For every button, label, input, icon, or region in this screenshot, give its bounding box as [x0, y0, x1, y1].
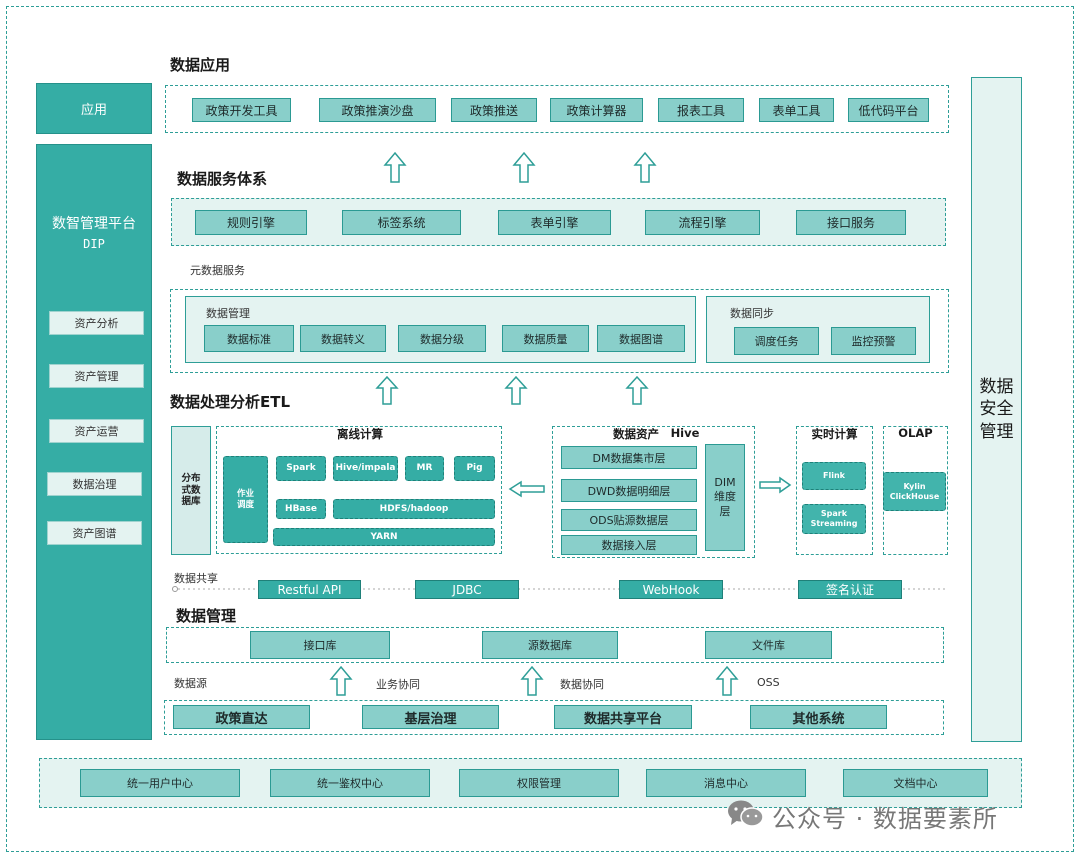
side-item-asset-analysis[interactable]: 资产分析	[49, 311, 144, 335]
mgmt-item-source-db[interactable]: 源数据库	[482, 631, 618, 659]
hbase-chip[interactable]: HBase	[276, 499, 326, 519]
layer-dwd[interactable]: DWD数据明细层	[561, 479, 697, 502]
bottom-item-auth-center[interactable]: 统一鉴权中心	[270, 769, 430, 797]
left-arrow-icon	[508, 480, 545, 498]
side-item-asset-graph[interactable]: 资产图谱	[47, 521, 142, 545]
up-arrow-icon	[504, 375, 528, 405]
source-label-business: 业务协同	[376, 678, 420, 691]
source-item-policy-direct[interactable]: 政策直达	[173, 705, 310, 729]
app-item-report-tool[interactable]: 报表工具	[658, 98, 744, 122]
data-service-title: 数据服务体系	[177, 170, 268, 188]
source-label-oss: OSS	[757, 676, 780, 689]
source-item-other-systems[interactable]: 其他系统	[750, 705, 887, 729]
right-arrow-icon	[759, 476, 792, 494]
realtime-compute-title: 实时计算	[811, 427, 858, 441]
offline-compute-title: 离线计算	[337, 427, 383, 441]
data-security-panel[interactable]: 数据安全管理	[971, 77, 1022, 742]
app-item-policy-push[interactable]: 政策推送	[451, 98, 537, 122]
layer-dim-label: DIM维度层	[714, 476, 736, 518]
data-app-title: 数据应用	[170, 56, 231, 74]
share-item-signature-auth[interactable]: 签名认证	[798, 580, 902, 599]
hive-impala-chip[interactable]: Hive/impala	[333, 456, 398, 481]
side-item-asset-management[interactable]: 资产管理	[49, 364, 144, 388]
flink-chip[interactable]: Flink	[802, 462, 866, 490]
share-item-webhook[interactable]: WebHook	[619, 580, 723, 599]
sync-item-schedule-task[interactable]: 调度任务	[734, 327, 819, 355]
meta-item-data-graph[interactable]: 数据图谱	[597, 325, 685, 352]
source-label-data: 数据协同	[560, 678, 604, 691]
share-item-restful-api[interactable]: Restful API	[258, 580, 361, 599]
data-assets-hive: Hive	[670, 426, 700, 440]
meta-item-data-quality[interactable]: 数据质量	[502, 325, 589, 352]
service-item-rule-engine[interactable]: 规则引擎	[195, 210, 307, 235]
source-item-grassroots[interactable]: 基层治理	[362, 705, 499, 729]
wechat-icon	[728, 800, 764, 827]
kylin-clickhouse-chip[interactable]: Kylin ClickHouse	[883, 472, 946, 511]
olap-title: OLAP	[898, 426, 933, 440]
layer-dim[interactable]: DIM维度层	[705, 444, 745, 551]
yarn-chip[interactable]: YARN	[273, 528, 495, 546]
platform-title: 数智管理平台	[52, 216, 136, 232]
service-item-flow-engine[interactable]: 流程引擎	[645, 210, 760, 235]
data-security-label: 数据安全管理	[979, 377, 1014, 442]
platform-sub: DIP	[83, 237, 105, 251]
side-item-data-governance[interactable]: 数据治理	[47, 472, 142, 496]
up-arrow-icon	[633, 151, 657, 183]
data-mgmt-title: 数据管理	[176, 607, 237, 625]
data-assets-title: 数据资产	[613, 427, 659, 441]
bottom-item-permission[interactable]: 权限管理	[459, 769, 619, 797]
app-label-box[interactable]: 应用	[36, 83, 152, 134]
app-item-policy-dev-tool[interactable]: 政策开发工具	[192, 98, 291, 122]
app-item-lowcode[interactable]: 低代码平台	[848, 98, 929, 122]
pig-chip[interactable]: Pig	[454, 456, 495, 481]
layer-ods[interactable]: ODS贴源数据层	[561, 509, 697, 531]
service-item-api-service[interactable]: 接口服务	[796, 210, 906, 235]
app-item-form-tool[interactable]: 表单工具	[759, 98, 834, 122]
up-arrow-icon	[512, 151, 536, 183]
watermark-text: 公众号 · 数据要素所	[772, 805, 998, 833]
spark-chip[interactable]: Spark	[276, 456, 326, 481]
bottom-item-user-center[interactable]: 统一用户中心	[80, 769, 240, 797]
bottom-item-doc-center[interactable]: 文档中心	[843, 769, 988, 797]
meta-item-data-escape[interactable]: 数据转义	[300, 325, 386, 352]
layer-dm[interactable]: DM数据集市层	[561, 446, 697, 469]
source-item-share-platform[interactable]: 数据共享平台	[554, 705, 692, 729]
up-arrow-icon	[329, 665, 353, 696]
side-item-asset-operation[interactable]: 资产运营	[49, 419, 144, 443]
up-arrow-icon	[520, 665, 544, 696]
mgmt-item-api-repo[interactable]: 接口库	[250, 631, 390, 659]
up-arrow-icon	[625, 375, 649, 405]
meta-item-data-grading[interactable]: 数据分级	[398, 325, 486, 352]
distributed-db-box[interactable]: 分布式数据库	[171, 426, 211, 555]
mgmt-item-file-repo[interactable]: 文件库	[705, 631, 832, 659]
mr-chip[interactable]: MR	[405, 456, 444, 481]
data-source-title: 数据源	[174, 677, 207, 690]
bottom-item-message-center[interactable]: 消息中心	[646, 769, 806, 797]
app-item-policy-sandbox[interactable]: 政策推演沙盘	[319, 98, 436, 122]
job-scheduler-label: 作业调度	[236, 489, 254, 510]
meta-sync-title: 数据同步	[730, 307, 774, 320]
up-arrow-icon	[375, 375, 399, 405]
app-label: 应用	[80, 103, 107, 118]
layer-access[interactable]: 数据接入层	[561, 535, 697, 555]
up-arrow-icon	[715, 665, 739, 696]
etl-title: 数据处理分析ETL	[170, 393, 291, 411]
meta-service-title: 元数据服务	[190, 264, 245, 277]
spark-streaming-chip[interactable]: Spark Streaming	[802, 504, 866, 534]
share-item-jdbc[interactable]: JDBC	[415, 580, 519, 599]
service-item-tag-system[interactable]: 标签系统	[342, 210, 461, 235]
up-arrow-icon	[383, 151, 407, 183]
realtime-compute-group	[796, 426, 873, 555]
meta-mgmt-title: 数据管理	[206, 307, 250, 320]
app-item-policy-calculator[interactable]: 政策计算器	[550, 98, 643, 122]
distributed-db-label: 分布式数据库	[181, 472, 201, 508]
data-share-title: 数据共享	[174, 572, 218, 585]
service-item-form-engine[interactable]: 表单引擎	[498, 210, 611, 235]
meta-item-data-standard[interactable]: 数据标准	[204, 325, 294, 352]
sync-item-monitor-alert[interactable]: 监控预警	[831, 327, 916, 355]
job-scheduler[interactable]: 作业调度	[223, 456, 268, 543]
hdfs-chip[interactable]: HDFS/hadoop	[333, 499, 495, 519]
